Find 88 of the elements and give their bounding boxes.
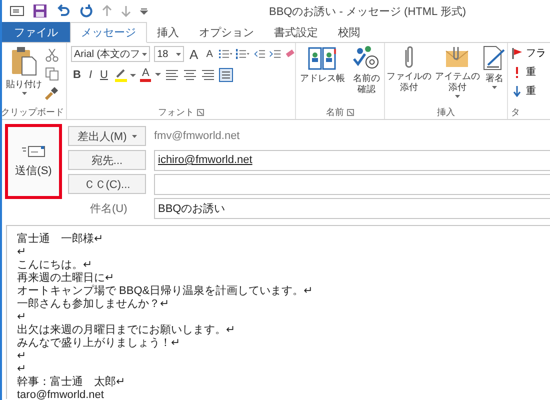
group-label: クリップボード: [2, 106, 64, 118]
bullet-list-icon[interactable]: [218, 48, 232, 60]
caret-icon: [142, 52, 148, 56]
ribbon-button[interactable]: ファイルの 添付: [386, 46, 433, 105]
redo-icon[interactable]: [79, 4, 93, 18]
address-book-icon: [308, 46, 336, 70]
body-line: 幹事：富士通 太郎↵: [17, 376, 126, 389]
body-line: こんにちは。↵: [17, 259, 94, 272]
body-line: ↵: [17, 363, 28, 376]
tag-button[interactable]: フラ: [512, 46, 550, 60]
send-button[interactable]: 送信(S): [5, 124, 62, 199]
down-arrow-icon: [512, 86, 522, 96]
envelope-icon: [22, 145, 46, 157]
save-icon[interactable]: [33, 4, 47, 18]
ribbon-tab[interactable]: メッセージ: [70, 22, 147, 43]
from-button[interactable]: 差出人(M): [68, 126, 146, 146]
group-label: 名前: [326, 106, 344, 118]
ribbon-button[interactable]: アドレス帳: [298, 46, 346, 105]
caret-icon: [22, 92, 26, 95]
launcher-icon[interactable]: [197, 108, 204, 116]
group-label: フォント: [158, 106, 194, 118]
align-icon[interactable]: [183, 69, 198, 81]
ribbon-tab[interactable]: 書式設定: [264, 22, 328, 42]
clipboard-icon: [11, 46, 37, 76]
font-name-field[interactable]: Arial (本文のフ: [71, 46, 150, 62]
underline-button[interactable]: U: [98, 69, 110, 81]
body-line: 出欠は来週の月曜日までにお願いします。↵: [17, 324, 236, 336]
envelope-icon[interactable]: [10, 6, 24, 16]
align-icon[interactable]: [165, 69, 180, 81]
copy-icon[interactable]: [45, 67, 59, 81]
tag-button[interactable]: 重: [512, 84, 550, 98]
group-label: タ: [511, 106, 520, 118]
group-label: 挿入: [437, 106, 455, 118]
bold-button[interactable]: B: [71, 69, 83, 81]
font-size-field[interactable]: 18: [154, 46, 184, 62]
launcher-icon[interactable]: [347, 108, 354, 116]
ribbon-button[interactable]: 署名: [482, 46, 506, 105]
cc-button[interactable]: ＣＣ(C)...: [68, 174, 146, 194]
decrease-indent-icon[interactable]: [254, 48, 266, 60]
tag-button[interactable]: 重: [512, 65, 550, 79]
scissors-icon[interactable]: [45, 48, 59, 62]
grow-font-button[interactable]: A: [188, 46, 200, 62]
subject-field[interactable]: BBQのお誘い: [154, 198, 550, 218]
from-address: fmv@fmworld.net: [154, 130, 240, 142]
undo-icon[interactable]: [56, 4, 70, 18]
envelope-clip-icon: [445, 46, 470, 68]
highlighter-icon[interactable]: [114, 68, 136, 82]
body-line: 富士通 一郎様↵: [17, 233, 104, 246]
body-line: 一郎さんも参加しませんか？↵: [17, 298, 170, 311]
body-line: taro@fmworld.net: [17, 389, 105, 400]
numbered-list-icon[interactable]: [236, 48, 250, 60]
flag-icon: [512, 48, 522, 58]
to-field[interactable]: ichiro@fmworld.net: [154, 150, 550, 170]
window-title: BBQのお誘い - メッセージ (HTML 形式): [269, 4, 466, 18]
font-color-button[interactable]: A: [140, 68, 152, 82]
message-body[interactable]: 富士通 一郎様↵ ↵ こんにちは。↵ 再来週の土曜日に↵ オートキャンプ場で BBQ&日帰り温泉を計画しています。↵ 一郎さんも参加しませんか？↵ ↵ 出欠は来週の月曜日までにお願いします。↵ みんなで盛り上がりましょう！↵ ↵ ↵ 幹事：富士通 太郎↵ taro@fmworld.net: [6, 225, 550, 399]
caret-icon: [492, 86, 497, 89]
ribbon-tab[interactable]: 校閲: [328, 22, 370, 42]
body-line: ↵: [17, 311, 28, 324]
body-line: みんなで盛り上がりましょう！↵: [17, 337, 182, 350]
body-line: 再来週の土曜日に↵: [17, 272, 116, 284]
ribbon-tab[interactable]: 挿入: [147, 22, 189, 42]
italic-button[interactable]: I: [86, 69, 94, 81]
paperclip-icon: [405, 46, 414, 68]
caret-icon[interactable]: [155, 73, 162, 77]
caret-icon: [176, 52, 181, 56]
increase-indent-icon[interactable]: [269, 48, 281, 60]
caret-icon: [132, 134, 137, 138]
clear-format-icon[interactable]: [284, 49, 295, 59]
cc-field[interactable]: [154, 174, 550, 194]
to-button[interactable]: 宛先...: [68, 150, 146, 170]
ribbon-button[interactable]: 名前の 確認: [351, 46, 382, 105]
align-icon[interactable]: [201, 69, 216, 81]
brush-icon[interactable]: [45, 86, 59, 100]
signature-icon: [483, 46, 506, 70]
ribbon-tab[interactable]: オプション: [189, 22, 264, 42]
body-line: ↵: [17, 246, 28, 259]
paste-button[interactable]: 貼り付け: [5, 46, 43, 105]
subject-label: 件名(U): [89, 202, 128, 216]
justify-icon[interactable]: [219, 68, 234, 82]
customize-icon[interactable]: [140, 7, 148, 15]
body-line: ↵: [17, 350, 28, 363]
ribbon-tab[interactable]: ファイル: [2, 22, 70, 42]
shrink-font-button[interactable]: A: [204, 48, 215, 60]
body-line: オートキャンプ場で BBQ&日帰り温泉を計画しています。↵: [17, 285, 314, 298]
people-check-icon: [352, 46, 380, 70]
caret-icon: [454, 95, 460, 98]
ribbon-button[interactable]: アイテムの 添付: [434, 46, 481, 105]
